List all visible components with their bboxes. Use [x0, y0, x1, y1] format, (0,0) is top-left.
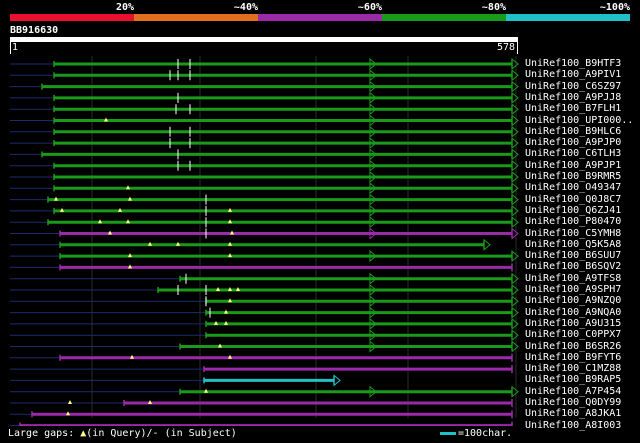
legend-gaps-query: (in Query)/ [86, 428, 153, 439]
hit-label[interactable]: UniRef100_A9NZQ0 [525, 295, 621, 307]
hit-label[interactable]: UniRef100_Q0J8C7 [525, 194, 621, 206]
hit-label[interactable]: UniRef100_B9RMR5 [525, 171, 621, 183]
ruler-end-label: 578 [497, 42, 516, 53]
end-arrow-icon [511, 295, 519, 308]
scale-label-40: ~40% [233, 2, 258, 13]
query-name: BB916630 [10, 25, 59, 36]
hit-label[interactable]: UniRef100_B9HTF3 [525, 58, 621, 70]
hit-label[interactable]: UniRef100_Q5K5A8 [525, 239, 621, 251]
hit-label[interactable]: UniRef100_B6SR26 [525, 341, 621, 353]
end-arrow-icon [511, 182, 519, 195]
scale-segment-green [382, 14, 506, 21]
hit-label[interactable]: UniRef100_B9FYT6 [525, 352, 621, 364]
scale-label-100: ~100% [599, 2, 630, 13]
query-gap-triangle-icon [68, 400, 72, 404]
hit-label[interactable]: UniRef100_A9PJP0 [525, 137, 621, 149]
end-arrow-icon [511, 204, 519, 217]
hit-label[interactable]: UniRef100_A9PJJ8 [525, 92, 621, 104]
hit-label[interactable]: UniRef100_A8I003 [525, 420, 621, 432]
end-arrow-icon [511, 80, 519, 93]
hit-label[interactable]: UniRef100_O49347 [525, 182, 621, 194]
end-arrow-icon [483, 238, 491, 251]
scale-segment-orange [134, 14, 258, 21]
hit-label[interactable]: UniRef100_B6SUU7 [525, 250, 621, 262]
hit-label[interactable]: UniRef100_C1MZ88 [525, 363, 621, 375]
end-arrow-icon [511, 159, 519, 172]
end-arrow-icon [511, 329, 519, 342]
hit-label[interactable]: UniRef100_A9SPH7 [525, 284, 621, 296]
hit-label[interactable]: UniRef100_C6TLH3 [525, 148, 621, 160]
scale-segment-red [10, 14, 134, 21]
scale-segment-cyan [506, 14, 630, 21]
end-arrow-icon [511, 148, 519, 161]
hit-label[interactable]: UniRef100_P80470 [525, 216, 621, 228]
end-arrow-icon [511, 317, 519, 330]
hit-label[interactable]: UniRef100_C0PPX7 [525, 329, 621, 341]
end-arrow-icon [511, 114, 519, 127]
end-arrow-icon [511, 103, 519, 116]
scale-label-20: 20% [115, 2, 134, 13]
end-arrow-icon [333, 374, 341, 387]
scale-segment-purple [258, 14, 382, 21]
ruler-start-tick [10, 42, 11, 54]
end-arrow-icon [511, 283, 519, 297]
scale-label-60: ~60% [357, 2, 382, 13]
legend-gaps-subject: (in Subject) [158, 428, 237, 439]
end-arrow-icon [511, 91, 519, 104]
scale-label-80: ~80% [481, 2, 506, 13]
hit-label[interactable]: UniRef100_A9PIV1 [525, 69, 621, 81]
query-bar [10, 37, 518, 42]
end-arrow-icon [511, 216, 519, 229]
hit-label[interactable]: UniRef100_Q0DY99 [525, 397, 621, 409]
legend-scale-bar [440, 431, 456, 435]
end-arrow-icon [511, 125, 519, 138]
hit-label[interactable]: UniRef100_B6SQV2 [525, 261, 621, 273]
end-arrow-icon [511, 69, 519, 82]
end-arrow-icon [511, 137, 519, 150]
end-arrow-icon [511, 250, 519, 263]
identity-scale: 20% ~40% ~60% ~80% ~100% [10, 0, 630, 22]
legend-scale: =100char. [440, 428, 512, 439]
hit-label[interactable]: UniRef100_Q6ZJ41 [525, 205, 621, 217]
legend-gaps-prefix: Large gaps: [8, 428, 81, 439]
hit-label[interactable]: UniRef100_B9RAP5 [525, 374, 621, 386]
hit-label[interactable]: UniRef100_A8JKA1 [525, 408, 621, 420]
end-arrow-icon [511, 57, 519, 71]
hit-label[interactable]: UniRef100_A9U315 [525, 318, 621, 330]
hit-label[interactable]: UniRef100_A7P454 [525, 386, 621, 398]
hit-label[interactable]: UniRef100_UPI000.. [525, 115, 633, 127]
ruler-end-tick [517, 42, 518, 54]
end-arrow-icon [511, 193, 519, 206]
hit-label[interactable]: UniRef100_C5YMH8 [525, 228, 621, 240]
end-arrow-icon [511, 340, 519, 353]
legend-gaps: Large gaps: ▲(in Query)/- (in Subject) [8, 428, 237, 439]
end-arrow-icon [511, 227, 519, 240]
legend-scale-text: =100char. [458, 428, 513, 439]
end-arrow-icon [511, 385, 519, 398]
hit-label[interactable]: UniRef100_B7FLH1 [525, 103, 621, 115]
end-arrow-icon [511, 306, 519, 319]
end-arrow-icon [511, 272, 519, 285]
hit-label[interactable]: UniRef100_A9TFS8 [525, 273, 621, 285]
end-arrow-icon [511, 170, 519, 184]
hit-label[interactable]: UniRef100_C6SZ97 [525, 81, 621, 93]
ruler-start-label: 1 [12, 42, 19, 53]
hit-label[interactable]: UniRef100_A9NQA0 [525, 307, 621, 319]
hit-label[interactable]: UniRef100_A9PJP1 [525, 160, 621, 172]
hit-label[interactable]: UniRef100_B9HLC6 [525, 126, 621, 138]
